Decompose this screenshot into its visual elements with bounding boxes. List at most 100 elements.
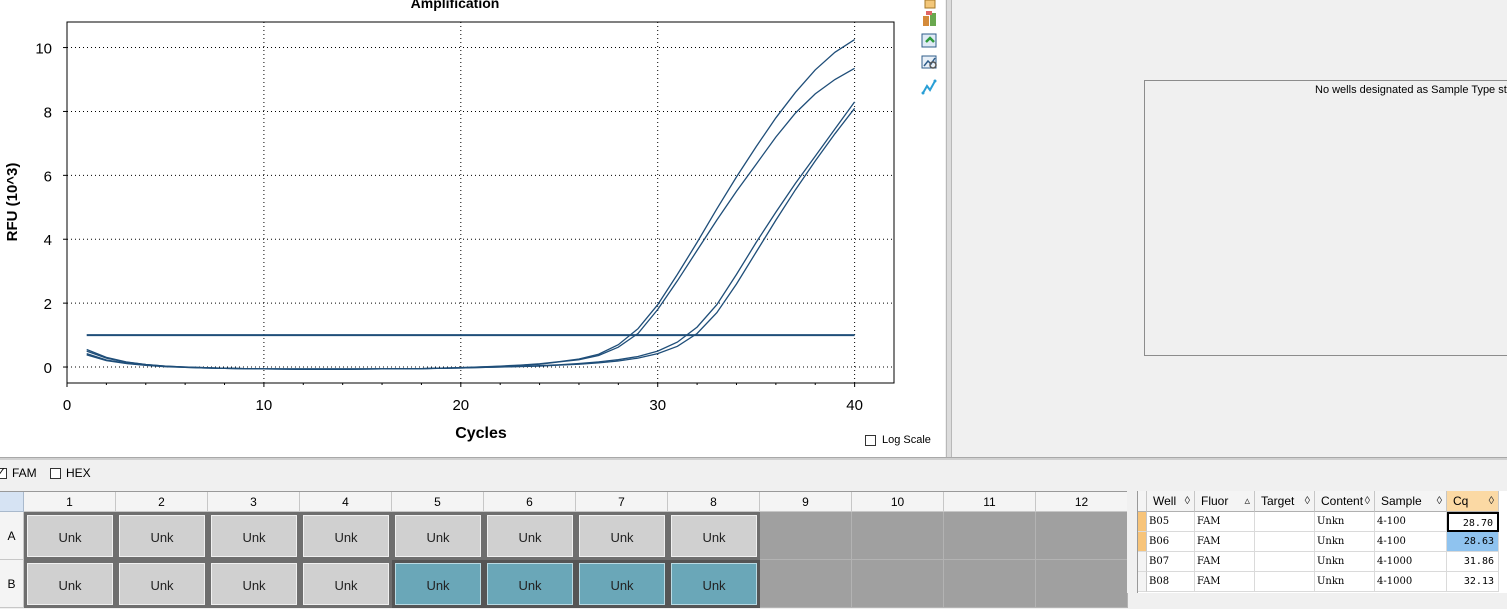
plate-well-B9[interactable]: [760, 560, 852, 608]
plate-col-header-6[interactable]: 6: [484, 492, 576, 512]
plate-well-B8[interactable]: Unk: [668, 560, 760, 608]
results-table-row[interactable]: B08 FAM Unkn 4-1000 32.13: [1138, 572, 1507, 592]
results-cell-sample[interactable]: 4-100: [1375, 512, 1447, 532]
fluor-fam-checkbox[interactable]: [0, 465, 7, 479]
plate-col-header-11[interactable]: 11: [944, 492, 1036, 512]
plate-well-B3[interactable]: Unk: [208, 560, 300, 608]
plate-well-B12[interactable]: [1036, 560, 1128, 608]
plate-well-A9[interactable]: [760, 512, 852, 560]
plate-well-A12[interactable]: [1036, 512, 1128, 560]
results-cell-sample[interactable]: 4-1000: [1375, 552, 1447, 572]
results-col-target[interactable]: Target ◊: [1255, 491, 1315, 512]
chart-tools-icon[interactable]: [921, 10, 939, 28]
plate-well-A10[interactable]: [852, 512, 944, 560]
plate-col-header-4[interactable]: 4: [300, 492, 392, 512]
plate-select-all[interactable]: [0, 492, 24, 512]
plate-well-B7[interactable]: Unk: [576, 560, 668, 608]
results-cell-cq[interactable]: 28.63: [1447, 532, 1499, 552]
plate-col-header-1[interactable]: 1: [24, 492, 116, 512]
results-row-header[interactable]: [1138, 512, 1147, 532]
amplification-curve-2: [86, 67, 855, 370]
plate-well-B5[interactable]: Unk: [392, 560, 484, 608]
results-col-label: Target: [1261, 494, 1295, 508]
results-cell-well[interactable]: B05: [1147, 512, 1195, 532]
plate-well-A1[interactable]: Unk: [24, 512, 116, 560]
fluor-fam-toggle[interactable]: FAM: [0, 465, 37, 480]
plate-well-B6[interactable]: Unk: [484, 560, 576, 608]
log-scale-label: Log Scale: [882, 434, 931, 446]
results-col-cq[interactable]: Cq ◊: [1447, 491, 1499, 512]
results-col-label: Well: [1153, 494, 1177, 508]
results-cell-sample[interactable]: 4-1000: [1375, 572, 1447, 592]
plate-col-header-9[interactable]: 9: [760, 492, 852, 512]
results-cell-content[interactable]: Unkn: [1315, 572, 1375, 592]
results-cell-fluor[interactable]: FAM: [1195, 512, 1255, 532]
results-cell-fluor[interactable]: FAM: [1195, 552, 1255, 572]
results-cell-content[interactable]: Unkn: [1315, 512, 1375, 532]
plot-area: [66, 21, 895, 384]
x-axis-label: Cycles: [455, 425, 507, 442]
plate-well-B2[interactable]: Unk: [116, 560, 208, 608]
plate-well-B1[interactable]: Unk: [24, 560, 116, 608]
amplification-chart[interactable]: 0 10 20 30 40 0 2 4 6 8 10 Amplification Cycles RFU (…: [0, 0, 945, 457]
export-chart-icon[interactable]: [921, 32, 939, 50]
results-col-fluor[interactable]: Fluor ▵: [1195, 491, 1255, 512]
results-cell-sample[interactable]: 4-100: [1375, 532, 1447, 552]
fluor-hex-checkbox[interactable]: [50, 467, 61, 479]
results-cell-content[interactable]: Unkn: [1315, 532, 1375, 552]
results-cell-well[interactable]: B06: [1147, 532, 1195, 552]
plate-row-header-A[interactable]: A: [0, 512, 24, 560]
results-cell-target[interactable]: [1255, 512, 1315, 532]
plate-well-A2[interactable]: Unk: [116, 512, 208, 560]
standard-curve-box: No wells designated as Sample Type star: [1144, 80, 1507, 356]
amplification-chart-panel: 0 10 20 30 40 0 2 4 6 8 10 Amplification Cycles RFU (…: [0, 0, 945, 457]
y-axis-label: RFU (10^3): [4, 163, 21, 242]
results-table-row[interactable]: B05 FAM Unkn 4-100 28.70: [1138, 512, 1507, 532]
results-table-row[interactable]: B06 FAM Unkn 4-100 28.63: [1138, 532, 1507, 552]
plate-col-header-8[interactable]: 8: [668, 492, 760, 512]
results-row-header[interactable]: [1138, 572, 1147, 592]
plate-col-header-2[interactable]: 2: [116, 492, 208, 512]
results-cell-content[interactable]: Unkn: [1315, 552, 1375, 572]
plate-well-A3[interactable]: Unk: [208, 512, 300, 560]
fluor-hex-toggle[interactable]: HEX: [50, 466, 91, 480]
results-cell-target[interactable]: [1255, 532, 1315, 552]
plate-well-B10[interactable]: [852, 560, 944, 608]
results-cell-cq[interactable]: 28.70: [1447, 512, 1499, 532]
results-cell-well[interactable]: B07: [1147, 552, 1195, 572]
plate-col-header-5[interactable]: 5: [392, 492, 484, 512]
results-col-well[interactable]: Well ◊: [1147, 491, 1195, 512]
results-cell-fluor[interactable]: FAM: [1195, 572, 1255, 592]
results-col-content[interactable]: Content ◊: [1315, 491, 1375, 512]
plate-well-B11[interactable]: [944, 560, 1036, 608]
plate-col-header-12[interactable]: 12: [1036, 492, 1128, 512]
results-row-header[interactable]: [1138, 552, 1147, 572]
plate-well-A8[interactable]: Unk: [668, 512, 760, 560]
results-cell-target[interactable]: [1255, 552, 1315, 572]
results-cell-fluor[interactable]: FAM: [1195, 532, 1255, 552]
plate-well-A5[interactable]: Unk: [392, 512, 484, 560]
log-scale-checkbox[interactable]: [865, 434, 876, 446]
results-cell-target[interactable]: [1255, 572, 1315, 592]
results-cell-cq[interactable]: 31.86: [1447, 552, 1499, 572]
plate-row-header-B[interactable]: B: [0, 560, 24, 608]
results-table-row[interactable]: B07 FAM Unkn 4-1000 31.86: [1138, 552, 1507, 572]
sort-icon: ◊: [1184, 495, 1190, 507]
plate-col-header-10[interactable]: 10: [852, 492, 944, 512]
amplification-curve-1: [86, 39, 855, 370]
plate-well-B4[interactable]: Unk: [300, 560, 392, 608]
plate-well-A4[interactable]: Unk: [300, 512, 392, 560]
chart-settings-icon[interactable]: [921, 54, 939, 72]
curve-tool-icon[interactable]: [921, 78, 939, 96]
plate-col-header-7[interactable]: 7: [576, 492, 668, 512]
log-scale-toggle[interactable]: Log Scale: [865, 434, 931, 446]
plate-well-A11[interactable]: [944, 512, 1036, 560]
results-cell-cq[interactable]: 32.13: [1447, 572, 1499, 592]
plate-col-header-3[interactable]: 3: [208, 492, 300, 512]
plate-well-A7[interactable]: Unk: [576, 512, 668, 560]
sort-icon: ◊: [1304, 495, 1310, 507]
plate-well-A6[interactable]: Unk: [484, 512, 576, 560]
results-row-header[interactable]: [1138, 532, 1147, 552]
results-col-sample[interactable]: Sample ◊: [1375, 491, 1447, 512]
results-cell-well[interactable]: B08: [1147, 572, 1195, 592]
